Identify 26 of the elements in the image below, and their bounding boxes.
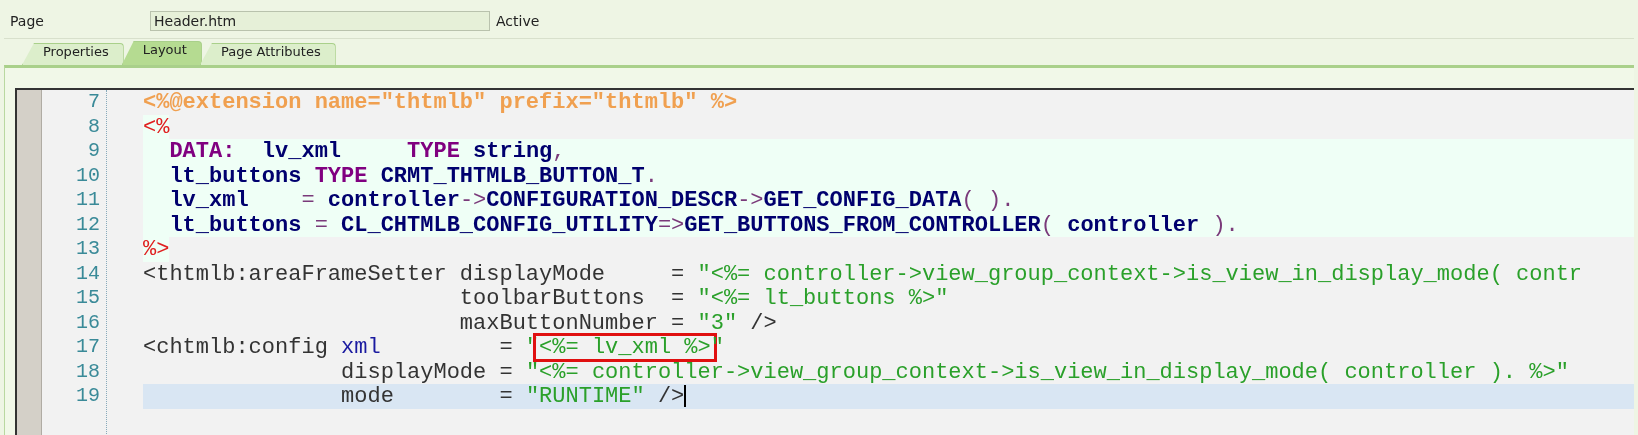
text-cursor (684, 385, 687, 408)
line-number: 7 (87, 90, 100, 115)
code-line: <thtmlb:areaFrameSetter displayMode = "<%= controller->view_group_context->is_view_in_display_mode( contr (143, 261, 1584, 286)
line-number: 18 (75, 359, 100, 384)
tab[interactable]: Properties (22, 43, 124, 65)
line-number: 19 (75, 384, 100, 409)
code-line: <%@extension name="thtmlb" prefix="thtmlb" %> (143, 90, 739, 115)
line-number: 15 (75, 286, 100, 311)
line-number: 16 (75, 310, 100, 335)
tab[interactable]: Layout (121, 41, 202, 65)
code-line: maxButtonNumber = "3" /> (458, 310, 778, 335)
page-name-field[interactable]: Header.htm (150, 11, 490, 31)
tab[interactable]: Page Attributes (199, 43, 336, 65)
line-number: 11 (75, 188, 100, 213)
code-line: toolbarButtons = "<%= lt_buttons %>" (458, 286, 950, 311)
line-number: 8 (87, 114, 100, 139)
page-label: Page (10, 13, 45, 29)
line-number: 13 (75, 237, 100, 262)
line-number: 10 (75, 163, 100, 188)
line-number: 14 (75, 261, 100, 286)
line-number: 12 (75, 212, 100, 237)
line-number: 17 (75, 335, 100, 360)
status-text: Active (496, 13, 540, 29)
code-editor[interactable] (15, 88, 1634, 435)
line-number: 9 (87, 139, 100, 164)
code-line: displayMode = "<%= controller->view_group_context->is_view_in_display_mode( controller ). %>" (340, 359, 1570, 384)
